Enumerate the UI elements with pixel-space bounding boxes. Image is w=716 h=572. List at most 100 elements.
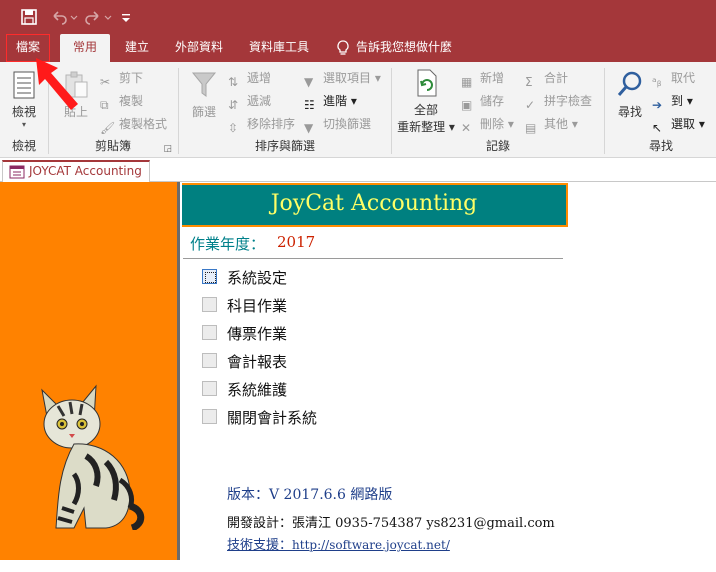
menu-item-maintenance[interactable]: 系統維護 xyxy=(202,378,362,400)
document-tab[interactable]: JOYCAT Accounting xyxy=(2,160,150,183)
redo-icon[interactable] xyxy=(84,8,102,26)
format-painter-label: 複製格式 xyxy=(119,117,168,131)
remove-sort-button[interactable]: ⇳ 移除排序 xyxy=(228,114,295,135)
selection-filter-icon: ▼ xyxy=(304,74,314,89)
copy-icon: ⧉ xyxy=(100,97,109,112)
cursor-icon: ↖ xyxy=(652,120,663,135)
app-title-banner: JoyCat Accounting xyxy=(182,183,568,227)
document-tab-strip: JOYCAT Accounting xyxy=(0,158,716,183)
redo-dropdown-icon[interactable] xyxy=(104,8,112,26)
clipboard-group-label: 剪貼簿 xyxy=(94,139,131,153)
annotation-arrow-icon xyxy=(36,58,78,110)
menu-item-vouchers[interactable]: 傳票作業 xyxy=(202,322,362,344)
find-button[interactable]: 尋找 xyxy=(612,70,648,120)
support-link[interactable]: http://software.joycat.net/ xyxy=(292,538,450,552)
main-form: JoyCat Accounting 作業年度： 2017 系統設定 科目作業 傳… xyxy=(0,182,716,572)
menu-button-icon[interactable] xyxy=(202,409,217,424)
tab-create[interactable]: 建立 xyxy=(118,34,156,62)
ribbon-home: 檢視 ▾ 檢視 貼上 ✂ 剪下 ⧉ 複製 🖌 複製格式 剪貼簿 ◲ 篩選 ⇅ 遞… xyxy=(0,62,716,158)
tab-database-tools[interactable]: 資料庫工具 xyxy=(244,34,314,62)
menu-item-close-system[interactable]: 關閉會計系統 xyxy=(202,406,362,428)
spelling-label: 拼字檢查 xyxy=(544,94,593,108)
menu-button-icon[interactable] xyxy=(202,381,217,396)
menu-button-icon[interactable] xyxy=(202,325,217,340)
sort-descending-label: 遞減 xyxy=(247,94,272,108)
title-bar xyxy=(0,0,716,34)
toggle-filter-icon: ▼ xyxy=(304,120,314,135)
advanced-filter-icon: ☷ xyxy=(304,97,315,112)
new-record-button[interactable]: ▦ 新增 xyxy=(461,68,504,89)
menu-item-reports[interactable]: 會計報表 xyxy=(202,350,362,372)
copy-button[interactable]: ⧉ 複製 xyxy=(100,91,144,112)
sort-ascending-button[interactable]: ⇅ 遞增 xyxy=(228,68,272,89)
fiscal-year-value: 2017 xyxy=(277,233,316,251)
toggle-filter-button[interactable]: ▼ 切換篩選 xyxy=(304,114,372,135)
tell-me-label: 告訴我您想做什麼 xyxy=(356,40,453,54)
dialog-launcher-icon[interactable]: ◲ xyxy=(163,144,172,154)
refresh-all-label-2: 重新整理 ▾ xyxy=(397,120,455,134)
cut-label: 剪下 xyxy=(119,71,144,85)
lightbulb-icon xyxy=(337,40,349,55)
filter-button[interactable]: 篩選 xyxy=(188,70,220,120)
new-record-icon: ▦ xyxy=(461,74,473,89)
scissors-icon: ✂ xyxy=(100,74,111,89)
group-find: 尋找 ᵃᵦ 取代 ➔ 到 ▾ ↖ 選取 ▾ 尋找 xyxy=(606,62,716,158)
filter-label: 篩選 xyxy=(191,105,216,119)
save-icon[interactable] xyxy=(20,8,38,26)
undo-icon[interactable] xyxy=(50,8,68,26)
filter-funnel-icon xyxy=(191,72,217,97)
selection-button[interactable]: ▼ 選取項目 ▾ xyxy=(304,68,381,89)
delete-label: 刪除 xyxy=(480,117,505,131)
advanced-label: 進階 xyxy=(323,94,348,108)
save-record-label: 儲存 xyxy=(480,94,505,108)
view-dropdown-icon: ▾ xyxy=(21,120,26,129)
save-record-button[interactable]: ▣ 儲存 xyxy=(461,91,505,112)
menu-item-label: 科目作業 xyxy=(227,297,288,315)
more-button[interactable]: ▤ 其他 ▾ xyxy=(525,114,578,135)
spelling-button[interactable]: ✓ 拼字檢查 xyxy=(525,91,593,112)
totals-button[interactable]: Σ 合計 xyxy=(525,68,568,89)
tell-me-box[interactable]: 告訴我您想做什麼 xyxy=(334,34,464,62)
menu-item-label: 傳票作業 xyxy=(227,325,288,343)
replace-button[interactable]: ᵃᵦ 取代 xyxy=(652,68,696,89)
format-painter-button[interactable]: 🖌 複製格式 xyxy=(100,114,168,135)
copy-label: 複製 xyxy=(119,94,144,108)
sort-ascending-label: 遞增 xyxy=(247,71,272,85)
sort-descending-button[interactable]: ⇵ 遞減 xyxy=(228,91,272,112)
delete-record-button[interactable]: ✕ 刪除 ▾ xyxy=(461,114,514,135)
spelling-icon: ✓ xyxy=(525,97,536,112)
cut-button[interactable]: ✂ 剪下 xyxy=(100,68,144,89)
replace-label: 取代 xyxy=(671,71,696,85)
refresh-all-button[interactable]: 全部 重新整理 ▾ xyxy=(395,68,457,135)
menu-item-system-settings[interactable]: 系統設定 xyxy=(202,266,362,288)
menu-button-icon[interactable] xyxy=(202,353,217,368)
support-label: 技術支援： xyxy=(227,538,293,553)
customize-qat-icon[interactable] xyxy=(121,8,131,26)
undo-dropdown-icon[interactable] xyxy=(70,8,78,26)
more-label: 其他 xyxy=(544,117,569,131)
views-group-label: 檢視 xyxy=(11,139,36,153)
menu-button-icon[interactable] xyxy=(202,269,217,284)
sort-descending-icon: ⇵ xyxy=(228,97,239,112)
form-icon xyxy=(9,165,25,179)
save-record-icon: ▣ xyxy=(461,97,473,112)
selection-label: 選取項目 xyxy=(323,71,372,85)
arrow-right-icon: ➔ xyxy=(652,97,663,112)
menu-item-label: 系統維護 xyxy=(227,381,288,399)
sort-ascending-icon: ⇅ xyxy=(228,74,239,89)
advanced-filter-button[interactable]: ☷ 進階 ▾ xyxy=(304,91,357,112)
select-label: 選取 xyxy=(671,117,696,131)
support-line: 技術支援：http://software.joycat.net/ xyxy=(227,534,450,553)
menu-button-icon[interactable] xyxy=(202,297,217,312)
toggle-filter-label: 切換篩選 xyxy=(323,117,372,131)
sigma-icon: Σ xyxy=(525,74,533,89)
menu-item-accounts[interactable]: 科目作業 xyxy=(202,294,362,316)
divider xyxy=(183,258,563,259)
format-painter-icon: 🖌 xyxy=(100,120,116,135)
goto-button[interactable]: ➔ 到 ▾ xyxy=(652,91,693,112)
sort-filter-group-label: 排序與篩選 xyxy=(254,139,315,153)
tab-external-data[interactable]: 外部資料 xyxy=(168,34,230,62)
select-button[interactable]: ↖ 選取 ▾ xyxy=(652,114,705,135)
menu-item-label: 關閉會計系統 xyxy=(227,409,318,427)
fiscal-year-label: 作業年度： xyxy=(190,235,266,253)
